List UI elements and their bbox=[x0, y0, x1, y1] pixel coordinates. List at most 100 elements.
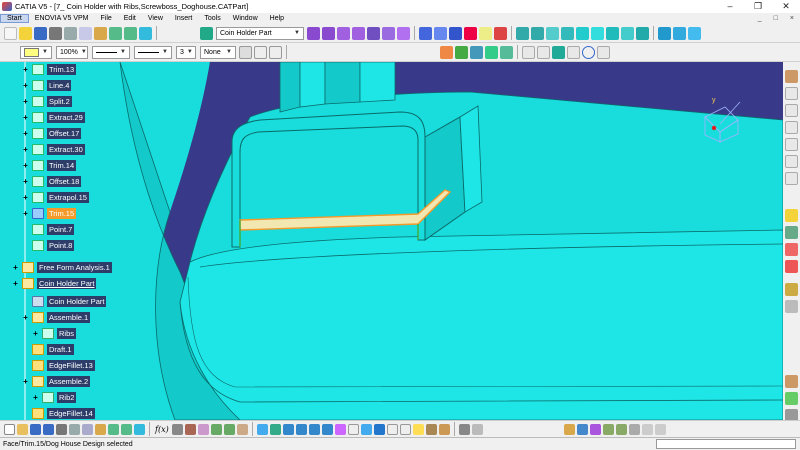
blend-icon[interactable] bbox=[591, 26, 604, 40]
doc-minimize-button[interactable]: _ bbox=[752, 15, 768, 22]
iso-view-icon[interactable] bbox=[360, 423, 372, 435]
corner-icon[interactable] bbox=[597, 45, 610, 59]
minimize-button[interactable]: – bbox=[716, 0, 744, 13]
menu-edit[interactable]: Edit bbox=[118, 15, 142, 22]
fit-all-icon[interactable] bbox=[269, 423, 281, 435]
ruler-icon[interactable] bbox=[563, 423, 575, 435]
menu-enovia[interactable]: ENOVIA V5 VPM bbox=[29, 15, 95, 22]
expand-icon[interactable]: + bbox=[12, 263, 19, 271]
fillet-icon[interactable] bbox=[455, 45, 468, 59]
cut-bottom-icon[interactable] bbox=[69, 423, 80, 435]
chamfer-icon[interactable] bbox=[470, 45, 483, 59]
tree-item[interactable]: + Trim.13 bbox=[22, 62, 77, 76]
expand-icon[interactable]: + bbox=[22, 97, 29, 105]
expand-icon[interactable]: + bbox=[22, 377, 29, 385]
fillet-right-icon[interactable] bbox=[785, 283, 798, 296]
measure-icon[interactable] bbox=[658, 26, 671, 40]
part-selector-combo[interactable]: Coin Holder Part ▼ bbox=[216, 26, 304, 40]
grid-5-icon[interactable] bbox=[785, 172, 798, 185]
grid-4-icon[interactable] bbox=[785, 155, 798, 168]
thickness-icon[interactable] bbox=[449, 26, 462, 40]
expand-icon[interactable]: + bbox=[22, 209, 29, 217]
hide-icon[interactable] bbox=[386, 423, 398, 435]
expand-icon[interactable]: + bbox=[22, 129, 29, 137]
apply-material-icon[interactable] bbox=[458, 423, 470, 435]
normal-view-icon[interactable] bbox=[334, 423, 346, 435]
material-icon[interactable] bbox=[425, 423, 437, 435]
join-icon[interactable] bbox=[606, 26, 619, 40]
line-thickness-combo[interactable]: ▼ bbox=[92, 45, 130, 59]
doc-close-button[interactable]: × bbox=[784, 15, 800, 22]
pointer-icon[interactable] bbox=[785, 226, 798, 239]
connect-curve-icon[interactable] bbox=[522, 45, 535, 59]
catalog-icon[interactable] bbox=[184, 423, 196, 435]
groove-icon[interactable] bbox=[352, 26, 365, 40]
menu-help[interactable]: Help bbox=[264, 15, 290, 22]
mass-icon[interactable] bbox=[589, 423, 601, 435]
help-icon[interactable] bbox=[139, 26, 152, 40]
print-icon[interactable] bbox=[49, 26, 62, 40]
command-input[interactable] bbox=[656, 439, 796, 449]
knowledge-icon[interactable] bbox=[171, 423, 183, 435]
copy-bottom-icon[interactable] bbox=[82, 423, 93, 435]
sketcher-icon[interactable] bbox=[785, 87, 798, 100]
transform-icon[interactable] bbox=[785, 375, 798, 388]
rule-icon[interactable] bbox=[210, 423, 222, 435]
check-icon[interactable] bbox=[223, 423, 235, 435]
extrapolate-icon[interactable] bbox=[636, 26, 649, 40]
multi-select-icon[interactable] bbox=[785, 243, 798, 256]
filter-icon[interactable] bbox=[628, 423, 640, 435]
linetype-combo[interactable]: ▼ bbox=[134, 45, 172, 59]
tree-item[interactable]: + Split.2 bbox=[22, 94, 72, 108]
expand-icon[interactable]: + bbox=[32, 329, 39, 337]
hide-show-icon[interactable] bbox=[254, 45, 267, 59]
chamfer-right-icon[interactable] bbox=[785, 300, 798, 313]
tree-item[interactable]: + Assemble.1 bbox=[22, 310, 91, 324]
tree-item[interactable]: Draft.1 bbox=[22, 342, 74, 356]
yellow-bucket-icon[interactable] bbox=[19, 26, 32, 40]
fill-surface-icon[interactable] bbox=[576, 26, 589, 40]
new-icon[interactable] bbox=[4, 423, 15, 435]
layer-combo[interactable]: None ▼ bbox=[200, 45, 236, 59]
menu-view[interactable]: View bbox=[142, 15, 169, 22]
fly-mode-icon[interactable] bbox=[256, 423, 268, 435]
expand-icon[interactable]: + bbox=[12, 279, 19, 287]
tree-item[interactable]: + Extract.30 bbox=[22, 142, 85, 156]
rib-icon[interactable] bbox=[382, 26, 395, 40]
select-icon[interactable] bbox=[785, 209, 798, 222]
tree-item[interactable]: EdgeFillet.14 bbox=[22, 406, 95, 420]
swap-visible-icon[interactable] bbox=[269, 45, 282, 59]
grid-3-icon[interactable] bbox=[785, 138, 798, 151]
tool-icon[interactable] bbox=[615, 423, 627, 435]
tree-item-selected[interactable]: + Trim.15 bbox=[22, 206, 77, 220]
redo-bottom-icon[interactable] bbox=[121, 423, 132, 435]
grid-icon[interactable] bbox=[785, 104, 798, 117]
analysis-icon[interactable] bbox=[673, 26, 686, 40]
menu-start[interactable]: Start bbox=[0, 14, 29, 23]
formula-button[interactable]: f(x) bbox=[155, 425, 169, 434]
expand-icon[interactable]: + bbox=[22, 193, 29, 201]
expand-icon[interactable]: + bbox=[32, 393, 39, 401]
whats-this-icon[interactable] bbox=[134, 423, 145, 435]
menu-insert[interactable]: Insert bbox=[169, 15, 199, 22]
expand-icon[interactable]: + bbox=[22, 177, 29, 185]
save-icon[interactable] bbox=[34, 26, 47, 40]
tree-item[interactable]: + Assemble.2 bbox=[22, 374, 91, 388]
pan-icon[interactable] bbox=[282, 423, 294, 435]
hammer-icon[interactable] bbox=[602, 423, 614, 435]
fill-icon[interactable] bbox=[4, 26, 17, 40]
surface-edge-icon[interactable] bbox=[440, 45, 453, 59]
paste-icon[interactable] bbox=[94, 26, 107, 40]
multi-view-icon[interactable] bbox=[347, 423, 359, 435]
bottle-icon[interactable] bbox=[438, 423, 450, 435]
copy-icon[interactable] bbox=[79, 26, 92, 40]
draft-analysis-icon[interactable] bbox=[688, 26, 701, 40]
solid-combine-icon[interactable] bbox=[419, 26, 432, 40]
format-painter-icon[interactable] bbox=[239, 45, 252, 59]
rotate-icon[interactable] bbox=[295, 423, 307, 435]
doc-restore-button[interactable]: □ bbox=[768, 15, 784, 22]
expand-icon[interactable]: + bbox=[22, 65, 29, 73]
boolean-icon[interactable] bbox=[785, 392, 798, 405]
menu-file[interactable]: File bbox=[94, 15, 117, 22]
polyline-icon[interactable] bbox=[537, 45, 550, 59]
